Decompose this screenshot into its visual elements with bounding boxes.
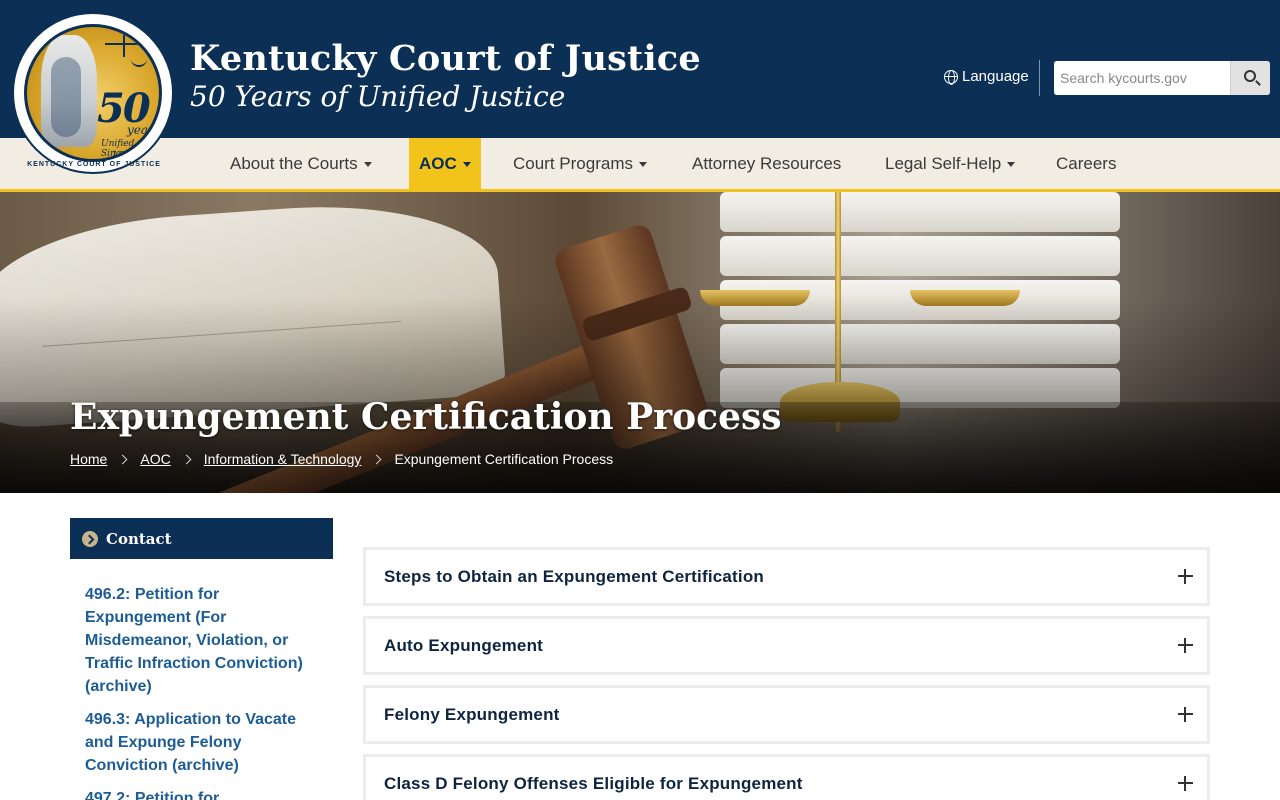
court-seal-logo[interactable]: 50 years Unified Since 1976 KENTUCKY COU…: [12, 12, 174, 174]
caret-down-icon: [363, 162, 372, 167]
nav-label: About the Courts: [230, 153, 358, 173]
seal-emblem: 50 years Unified Since 1976: [24, 24, 162, 162]
accordion-label: Class D Felony Offenses Eligible for Exp…: [384, 773, 803, 793]
caret-down-icon: [462, 162, 471, 167]
plus-icon: [1178, 776, 1193, 791]
accordion-item-auto-expungement[interactable]: Auto Expungement: [363, 616, 1210, 675]
nav-label: Attorney Resources: [692, 153, 842, 173]
site-header: Kentucky Court of Justice 50 Years of Un…: [0, 0, 1280, 138]
nav-label: Court Programs: [513, 153, 633, 173]
nav-court-programs[interactable]: Court Programs: [513, 138, 647, 189]
language-selector[interactable]: Language: [944, 68, 1029, 85]
accordion-label: Steps to Obtain an Expungement Certifica…: [384, 566, 765, 586]
contact-label: Contact: [106, 529, 172, 548]
hero-banner: Expungement Certification Process Home A…: [0, 192, 1280, 493]
chevron-right-icon: [371, 454, 382, 464]
chevron-right-icon: [117, 454, 128, 464]
nav-legal-self-help[interactable]: Legal Self-Help: [885, 138, 1016, 189]
breadcrumb-home[interactable]: Home: [70, 451, 107, 467]
nav-careers[interactable]: Careers: [1056, 138, 1116, 189]
sidebar-link-496-2[interactable]: 496.2: Petition for Expungement (For Mis…: [85, 583, 315, 698]
main-navigation: About the Courts AOC Court Programs Atto…: [0, 138, 1280, 192]
site-title[interactable]: Kentucky Court of Justice: [190, 38, 701, 79]
caret-down-icon: [638, 162, 647, 167]
breadcrumb: Home AOC Information & Technology Expung…: [70, 451, 613, 467]
chevron-circle-icon: [82, 530, 98, 547]
seal-ring-text: KENTUCKY COURT OF JUSTICE: [27, 161, 161, 168]
plus-icon: [1178, 638, 1193, 653]
header-divider: [1039, 60, 1040, 96]
plus-icon: [1178, 569, 1193, 584]
sidebar-link-497-2[interactable]: 497.2: Petition for: [85, 787, 315, 800]
site-tagline: 50 Years of Unified Justice: [190, 80, 566, 113]
scales-icon: [105, 35, 147, 71]
nav-attorney-resources[interactable]: Attorney Resources: [692, 138, 841, 189]
nav-aoc[interactable]: AOC: [409, 138, 481, 189]
sidebar-link-496-3[interactable]: 496.3: Application to Vacate and Expunge…: [85, 708, 315, 777]
seal-years: years: [127, 123, 160, 137]
nav-label: AOC: [419, 153, 457, 173]
accordion: Steps to Obtain an Expungement Certifica…: [363, 547, 1210, 800]
caret-down-icon: [1007, 162, 1016, 167]
hero-overlay: [0, 192, 1280, 493]
accordion-label: Felony Expungement: [384, 704, 560, 724]
nav-label: Legal Self-Help: [885, 153, 1002, 173]
accordion-label: Auto Expungement: [384, 635, 544, 655]
breadcrumb-information-technology[interactable]: Information & Technology: [204, 451, 362, 467]
nav-label: Careers: [1056, 153, 1117, 173]
search-input[interactable]: [1054, 61, 1230, 95]
search-box: [1054, 61, 1270, 95]
page-title: Expungement Certification Process: [70, 396, 782, 438]
figure-shading: [51, 57, 81, 137]
plus-icon: [1178, 707, 1193, 722]
chevron-right-icon: [181, 454, 192, 464]
breadcrumb-aoc[interactable]: AOC: [140, 451, 170, 467]
search-icon: [1244, 70, 1256, 82]
nav-about-the-courts[interactable]: About the Courts: [230, 138, 372, 189]
language-label: Language: [962, 68, 1029, 85]
sidebar-links: 496.2: Petition for Expungement (For Mis…: [85, 583, 315, 800]
globe-icon: [944, 69, 958, 85]
breadcrumb-current: Expungement Certification Process: [394, 451, 614, 467]
accordion-item-class-d-felony[interactable]: Class D Felony Offenses Eligible for Exp…: [363, 754, 1210, 800]
search-button[interactable]: [1230, 61, 1270, 95]
contact-button[interactable]: Contact: [70, 518, 333, 559]
accordion-item-felony-expungement[interactable]: Felony Expungement: [363, 685, 1210, 744]
accordion-item-steps[interactable]: Steps to Obtain an Expungement Certifica…: [363, 547, 1210, 606]
